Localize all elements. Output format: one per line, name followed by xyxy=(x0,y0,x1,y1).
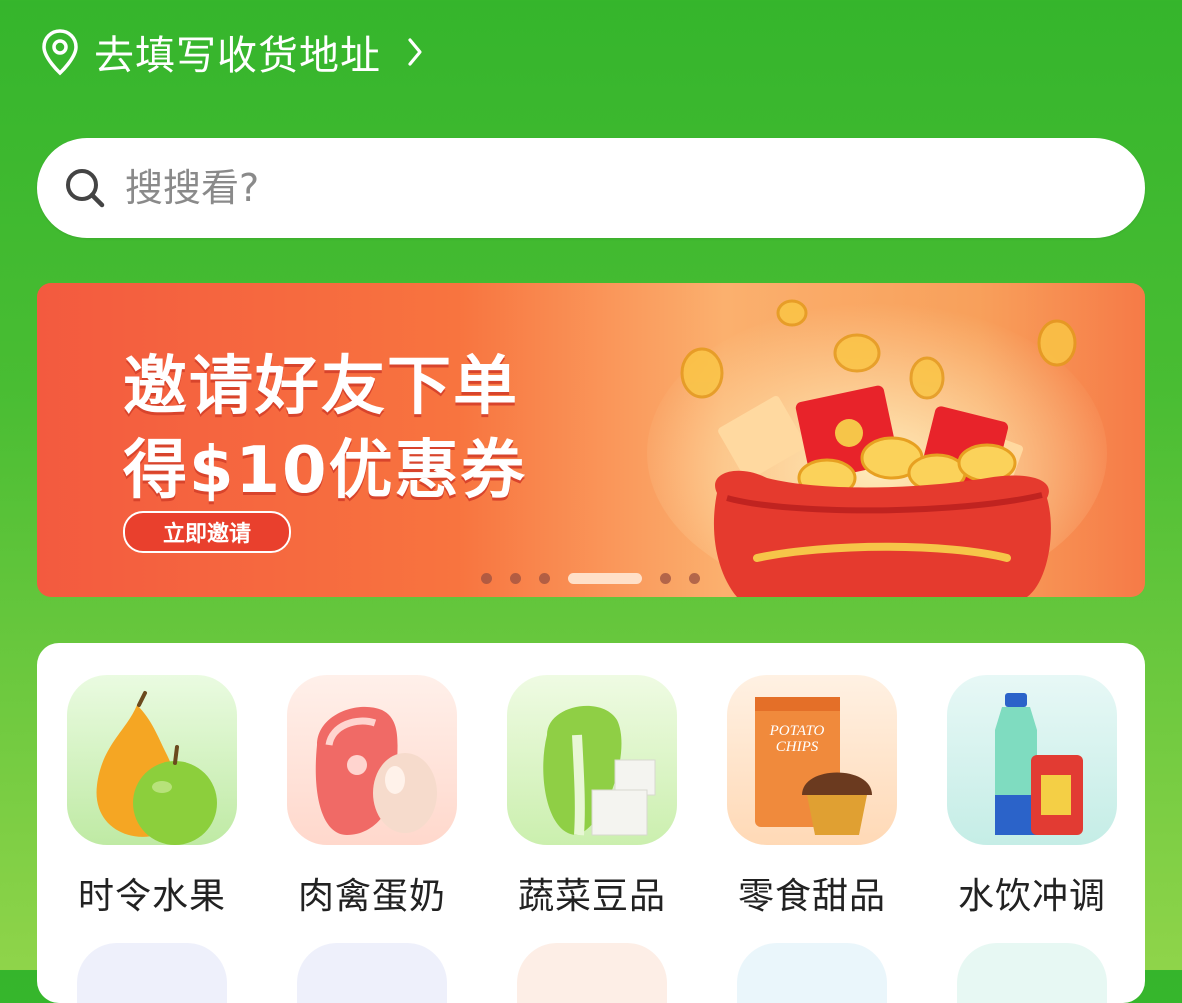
address-selector[interactable]: 去填写收货地址 xyxy=(38,26,431,79)
category-label: 肉禽蛋奶 xyxy=(297,876,446,917)
category-drinks[interactable]: 水饮冲调 xyxy=(947,675,1117,919)
carousel-indicator xyxy=(481,573,718,584)
fruit-icon xyxy=(67,675,237,845)
category-grid: 时令水果 肉禽蛋奶 蔬菜豆品 POTATO CHIPS 零食甜品 水饮冲调 xyxy=(37,643,1145,1003)
banner-subheadline: 得$10优惠券 xyxy=(123,434,527,508)
promo-banner[interactable]: 邀请好友下单 得$10优惠券 立即邀请 xyxy=(37,283,1145,597)
address-label: 去填写收货地址 xyxy=(94,33,381,79)
search-icon xyxy=(66,169,105,208)
carousel-dot[interactable] xyxy=(660,573,671,584)
category-label: 零食甜品 xyxy=(737,876,886,917)
snack-dessert-icon: POTATO CHIPS xyxy=(727,675,897,845)
location-pin-icon xyxy=(38,26,82,78)
svg-text:POTATO: POTATO xyxy=(769,723,825,739)
chevron-right-icon xyxy=(407,32,431,72)
drink-icon xyxy=(947,675,1117,845)
category-vegetable-tofu[interactable]: 蔬菜豆品 xyxy=(507,675,677,919)
banner-headline: 邀请好友下单 xyxy=(123,350,519,424)
carousel-dot-active[interactable] xyxy=(568,573,642,584)
svg-text:CHIPS: CHIPS xyxy=(776,739,819,755)
category-fruit[interactable]: 时令水果 xyxy=(67,675,237,919)
meat-egg-icon xyxy=(287,675,457,845)
category-snacks-desserts[interactable]: POTATO CHIPS 零食甜品 xyxy=(727,675,897,919)
vegetable-tofu-icon xyxy=(507,675,677,845)
category-tile-partial[interactable] xyxy=(297,943,447,1003)
category-label: 蔬菜豆品 xyxy=(517,876,666,917)
search-input[interactable] xyxy=(123,165,1027,211)
category-tile-partial[interactable] xyxy=(957,943,1107,1003)
category-meat-egg-dairy[interactable]: 肉禽蛋奶 xyxy=(287,675,457,919)
search-bar[interactable] xyxy=(37,138,1145,238)
category-label: 时令水果 xyxy=(77,876,226,917)
red-envelope-coins-illustration xyxy=(647,299,1107,597)
invite-now-button[interactable]: 立即邀请 xyxy=(123,511,291,553)
category-tile-partial[interactable] xyxy=(77,943,227,1003)
carousel-dot[interactable] xyxy=(689,573,700,584)
carousel-dot[interactable] xyxy=(510,573,521,584)
category-tile-partial[interactable] xyxy=(737,943,887,1003)
category-tile-partial[interactable] xyxy=(517,943,667,1003)
category-label: 水饮冲调 xyxy=(957,876,1106,917)
carousel-dot[interactable] xyxy=(539,573,550,584)
carousel-dot[interactable] xyxy=(481,573,492,584)
